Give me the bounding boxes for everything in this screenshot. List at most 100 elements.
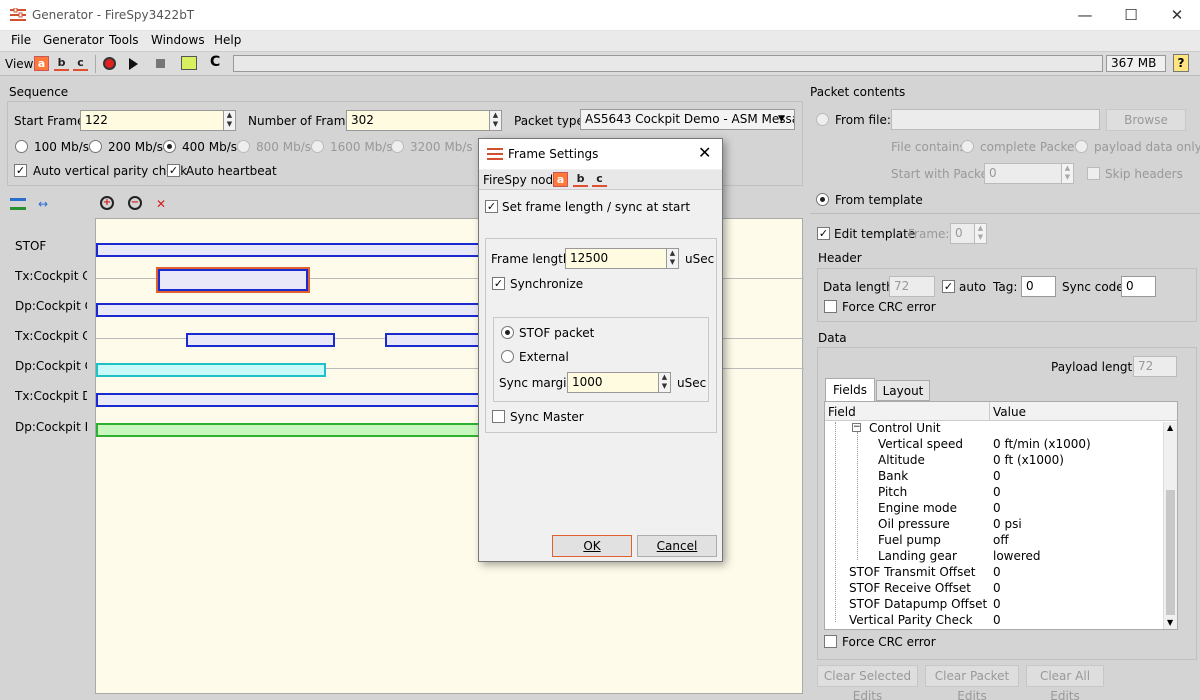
force-crc-checkbox[interactable] xyxy=(824,300,837,313)
cancel-button[interactable]: Cancel xyxy=(637,535,717,557)
menu-windows[interactable]: Windows xyxy=(151,33,205,47)
clear-packet-edits-button[interactable]: Clear Packet Edits xyxy=(925,665,1019,700)
sync-margin-stepper[interactable]: ▲ ▼ xyxy=(658,372,671,393)
timeline-packet[interactable] xyxy=(96,303,496,317)
tree-scrollbar[interactable]: ▲ ▼ xyxy=(1163,422,1177,629)
timeline-packet[interactable] xyxy=(96,243,496,257)
expand-rows-icon[interactable] xyxy=(10,198,26,210)
frame-length-input[interactable]: 12500 xyxy=(565,248,667,269)
clear-c-icon[interactable]: C xyxy=(210,54,220,70)
collapse-icon[interactable]: − xyxy=(852,423,861,432)
speed-200-radio[interactable] xyxy=(89,140,102,153)
packet-type-select[interactable]: AS5643 Cockpit Demo - ASM Message xyxy=(580,109,795,130)
fields-tree[interactable]: Field Value − Control Unit Vertical spee… xyxy=(824,401,1178,630)
minimize-button[interactable]: — xyxy=(1062,0,1108,31)
frame-length-stepper[interactable]: ▲ ▼ xyxy=(666,248,679,269)
file-path-input[interactable] xyxy=(891,109,1100,130)
data-length-input[interactable]: 72 xyxy=(889,276,935,297)
auto-heartbeat-checkbox[interactable]: ✓ xyxy=(167,164,180,177)
zoom-reset-icon[interactable]: ✕ xyxy=(156,197,166,211)
payload-length-input[interactable]: 72 xyxy=(1133,356,1177,377)
scroll-up-icon[interactable]: ▲ xyxy=(1167,423,1173,432)
sync-master-checkbox[interactable] xyxy=(492,410,505,423)
tab-fields[interactable]: Fields xyxy=(825,378,875,401)
fit-width-icon[interactable]: ↔ xyxy=(38,197,48,211)
speed-400-radio[interactable] xyxy=(163,140,176,153)
skip-headers-checkbox[interactable] xyxy=(1087,167,1100,180)
timeline-packet-selected[interactable] xyxy=(158,269,308,291)
tree-row[interactable]: STOF Transmit Offset 0 xyxy=(825,565,1165,581)
column-value[interactable]: Value xyxy=(993,405,1026,419)
speed-800-radio[interactable] xyxy=(237,140,250,153)
tree-group-label[interactable]: Control Unit xyxy=(869,421,941,435)
start-packet-input[interactable]: 0 xyxy=(984,163,1062,184)
frame-input[interactable]: 0 xyxy=(950,223,975,244)
close-button[interactable]: ✕ xyxy=(1154,0,1200,31)
dialog-close-icon[interactable]: ✕ xyxy=(698,143,711,162)
tree-row[interactable]: Bank 0 xyxy=(825,469,1165,485)
record-icon[interactable] xyxy=(103,57,116,70)
auto-length-checkbox[interactable]: ✓ xyxy=(942,280,955,293)
dialog-node-a[interactable]: a xyxy=(553,172,568,187)
scroll-down-icon[interactable]: ▼ xyxy=(1167,618,1173,627)
auto-parity-checkbox[interactable]: ✓ xyxy=(14,164,27,177)
zoom-out-icon[interactable]: − xyxy=(128,196,142,210)
clear-selected-edits-button[interactable]: Clear Selected Edits xyxy=(817,665,918,700)
complete-packets-radio[interactable] xyxy=(961,140,974,153)
num-frames-stepper[interactable]: ▲ ▼ xyxy=(489,110,502,131)
tree-row[interactable]: Altitude 0 ft (x1000) xyxy=(825,453,1165,469)
menu-generator[interactable]: Generator xyxy=(43,33,104,47)
timeline-packet[interactable] xyxy=(96,423,496,437)
ok-button[interactable]: OK xyxy=(552,535,632,557)
dialog-node-c[interactable]: c xyxy=(592,172,607,187)
node-a-button[interactable]: a xyxy=(34,56,49,71)
speed-100-radio[interactable] xyxy=(15,140,28,153)
start-frame-input[interactable]: 122 xyxy=(80,110,224,131)
column-field[interactable]: Field xyxy=(828,405,856,419)
tree-row[interactable]: Vertical Parity Check 0 xyxy=(825,613,1165,629)
sync-code-input[interactable]: 0 xyxy=(1121,276,1156,297)
tree-row[interactable]: STOF Datapump Offset 0 xyxy=(825,597,1165,613)
timeline-packet[interactable] xyxy=(96,363,326,377)
timeline-packet[interactable] xyxy=(186,333,335,347)
stof-packet-radio[interactable] xyxy=(501,326,514,339)
node-c-button[interactable]: c xyxy=(73,56,88,71)
tree-row[interactable]: Pitch 0 xyxy=(825,485,1165,501)
node-b-button[interactable]: b xyxy=(54,56,69,71)
scrollbar-thumb[interactable] xyxy=(1166,490,1175,615)
synchronize-checkbox[interactable]: ✓ xyxy=(492,277,505,290)
export-icon[interactable] xyxy=(181,56,197,70)
menu-help[interactable]: Help xyxy=(214,33,241,47)
tree-row[interactable]: Landing gear lowered xyxy=(825,549,1165,565)
speed-1600-radio[interactable] xyxy=(311,140,324,153)
menu-file[interactable]: File xyxy=(11,33,31,47)
dialog-node-b[interactable]: b xyxy=(573,172,588,187)
start-frame-stepper[interactable]: ▲ ▼ xyxy=(223,110,236,131)
browse-button[interactable]: Browse xyxy=(1106,109,1186,131)
help-icon[interactable]: ? xyxy=(1173,54,1189,72)
tree-row[interactable]: Vertical speed 0 ft/min (x1000) xyxy=(825,437,1165,453)
edit-template-checkbox[interactable]: ✓ xyxy=(817,227,830,240)
clear-all-edits-button[interactable]: Clear All Edits xyxy=(1026,665,1104,700)
frame-stepper[interactable]: ▲ ▼ xyxy=(974,223,987,244)
timeline-packet[interactable] xyxy=(96,393,496,407)
menu-tools[interactable]: Tools xyxy=(109,33,139,47)
set-frame-length-checkbox[interactable]: ✓ xyxy=(485,200,498,213)
maximize-button[interactable]: ☐ xyxy=(1108,0,1154,31)
tag-input[interactable]: 0 xyxy=(1021,276,1056,297)
tab-layout[interactable]: Layout xyxy=(876,380,930,401)
play-icon[interactable] xyxy=(129,58,138,70)
speed-3200-radio[interactable] xyxy=(391,140,404,153)
external-radio[interactable] xyxy=(501,350,514,363)
tree-row[interactable]: Oil pressure 0 psi xyxy=(825,517,1165,533)
payload-only-radio[interactable] xyxy=(1075,140,1088,153)
tree-row[interactable]: STOF Receive Offset 0 xyxy=(825,581,1165,597)
force-crc-data-checkbox[interactable] xyxy=(824,635,837,648)
stop-icon[interactable] xyxy=(156,59,165,68)
from-template-radio[interactable] xyxy=(816,193,829,206)
tree-row[interactable]: Engine mode 0 xyxy=(825,501,1165,517)
start-packet-stepper[interactable]: ▲ ▼ xyxy=(1061,163,1074,184)
zoom-in-icon[interactable]: + xyxy=(100,196,114,210)
tree-row[interactable]: Fuel pump off xyxy=(825,533,1165,549)
num-frames-input[interactable]: 302 xyxy=(346,110,490,131)
